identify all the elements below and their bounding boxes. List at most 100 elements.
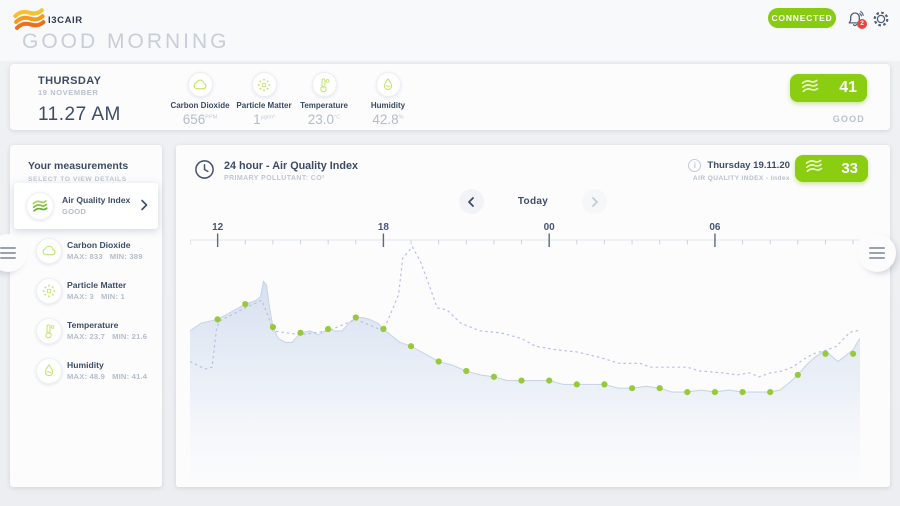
weekday-label: THURSDAY: [38, 75, 121, 87]
aqi-data-point[interactable]: [297, 330, 303, 336]
right-drawer-handle-hamburger-icon[interactable]: [858, 234, 896, 272]
aqi-data-point[interactable]: [795, 372, 801, 378]
metric-humidity: Humidity42.8%: [348, 72, 428, 127]
aqi-data-point[interactable]: [270, 324, 276, 330]
particles-icon: [252, 72, 277, 97]
aqi-data-point[interactable]: [546, 378, 552, 384]
sidebar-item-carbon-dioxide[interactable]: Carbon Dioxide MAX: 833 MIN: 389: [10, 231, 162, 271]
cloud-icon: [188, 72, 213, 97]
item-label: Humidity: [67, 360, 104, 370]
aqi-data-point[interactable]: [657, 385, 663, 391]
chart-date-cluster: i Thursday 19.11.20 AIR QUALITY INDEX - …: [688, 159, 790, 182]
x-axis: 12 18 00 06: [190, 222, 860, 247]
cloud-icon: [36, 238, 62, 264]
aqi-waves-icon: [803, 157, 825, 180]
item-min: MIN: 389: [110, 252, 143, 261]
aqi-data-point[interactable]: [629, 385, 635, 391]
aqi-24h-chart[interactable]: 12 18 00 06: [190, 220, 860, 483]
settings-gear-icon[interactable]: [871, 9, 891, 29]
item-max: MAX: 833: [67, 252, 103, 261]
chart-date-sublabel: AIR QUALITY INDEX - Index: [688, 175, 790, 182]
connected-status-button[interactable]: CONNECTED: [768, 8, 836, 28]
aqi-data-point[interactable]: [325, 326, 331, 332]
sidebar-item-humidity[interactable]: Humidity MAX: 48.9 MIN: 41.4: [10, 351, 162, 391]
aqi-current-badge: 33: [795, 155, 868, 182]
aqi-data-point[interactable]: [491, 374, 497, 380]
aqi-data-point[interactable]: [740, 389, 746, 395]
info-icon[interactable]: i: [688, 159, 701, 172]
aqi-current-value: 33: [841, 160, 858, 177]
chart-title: 24 hour - Air Quality Index: [224, 160, 358, 172]
svg-text:06: 06: [709, 222, 721, 233]
measurements-sidebar: Your measurements SELECT TO VIEW DETAILS…: [10, 145, 162, 487]
sidebar-item-air-quality-index[interactable]: Air Quality Index GOOD: [14, 183, 158, 229]
aqi-data-point[interactable]: [215, 316, 221, 322]
svg-text:18: 18: [378, 222, 390, 233]
next-day-button[interactable]: [582, 189, 607, 214]
sidebar-title: Your measurements: [28, 160, 128, 172]
aqi-waves-icon: [799, 77, 821, 100]
brand-name: I3CAIR: [48, 15, 83, 26]
aqi-data-point[interactable]: [712, 389, 718, 395]
aqi-data-point[interactable]: [380, 326, 386, 332]
metric-unit: PPM: [205, 115, 217, 121]
item-min: MIN: 1: [101, 292, 125, 301]
aqi-chart-panel: 24 hour - Air Quality Index PRIMARY POLL…: [176, 145, 890, 487]
item-label: Carbon Dioxide: [67, 240, 131, 250]
aqi-daily-status: GOOD: [790, 114, 867, 124]
aqi-data-point[interactable]: [463, 368, 469, 374]
svg-text:12: 12: [212, 222, 224, 233]
item-label: Air Quality Index: [62, 195, 130, 205]
svg-text:00: 00: [544, 222, 556, 233]
item-status: GOOD: [62, 207, 86, 216]
aqi-data-point[interactable]: [353, 314, 359, 320]
metric-unit: °C: [334, 115, 340, 121]
date-time-block: THURSDAY 19 NOVEMBER 11.27 AM: [38, 75, 121, 126]
daily-summary-bar: THURSDAY 19 NOVEMBER 11.27 AM Carbon Dio…: [10, 64, 890, 130]
date-nav-label: Today: [518, 196, 548, 207]
droplet-icon: [36, 358, 62, 384]
thermometer-icon: [36, 318, 62, 344]
dashboard-root: { "header": { "brand": "I3CAIR", "greeti…: [0, 0, 900, 506]
sidebar-subtitle: SELECT TO VIEW DETAILS: [28, 176, 127, 183]
aqi-data-point[interactable]: [408, 343, 414, 349]
aqi-data-point[interactable]: [601, 381, 607, 387]
notifications-bell-icon[interactable]: 2: [846, 9, 868, 31]
date-navigation: Today: [176, 189, 890, 214]
metric-unit: µg/m³: [261, 115, 275, 121]
item-detail: MAX: 3MIN: 1: [67, 292, 132, 301]
aqi-data-point[interactable]: [684, 389, 690, 395]
sidebar-item-temperature[interactable]: TemperatureMAX: 23.7MIN: 21.6: [10, 311, 162, 351]
item-detail: GOOD: [62, 207, 93, 216]
item-max: MAX: 23.7: [67, 332, 105, 341]
aqi-data-point[interactable]: [436, 358, 442, 364]
aqi-data-point[interactable]: [574, 381, 580, 387]
metric-value: 42.8%: [348, 112, 428, 127]
aqi-data-point[interactable]: [850, 351, 856, 357]
particles-icon: [36, 278, 62, 304]
item-detail: MAX: 23.7 MIN: 21.6: [67, 332, 154, 341]
metric-unit: %: [399, 115, 404, 121]
sidebar-item-particle-matter[interactable]: Particle Matter MAX: 3MIN: 1: [10, 271, 162, 311]
chart-series: [190, 247, 860, 480]
item-detail: MAX: 833 MIN: 389: [67, 252, 150, 261]
chart-subtitle: PRIMARY POLLUTANT: CO²: [224, 175, 325, 182]
aqi-data-point[interactable]: [822, 351, 828, 357]
clock-icon: [193, 158, 216, 181]
notification-count-badge: 2: [857, 19, 867, 29]
item-min: MIN: 21.6: [112, 332, 147, 341]
aqi-data-point[interactable]: [518, 378, 524, 384]
item-max: MAX: 48.9: [67, 372, 105, 381]
waves-icon: [26, 192, 54, 220]
aqi-daily-value: 41: [839, 79, 857, 97]
aqi-data-point[interactable]: [242, 301, 248, 307]
item-min: MIN: 41.4: [112, 372, 147, 381]
chevron-right-icon: [139, 198, 149, 217]
aqi-data-point[interactable]: [767, 389, 773, 395]
time-label: 11.27 AM: [38, 104, 121, 126]
previous-day-button[interactable]: [459, 189, 484, 214]
item-label: Particle Matter: [67, 280, 126, 290]
greeting-text: GOOD MORNING: [22, 30, 230, 54]
aqi-daily-badge: 41: [790, 74, 867, 102]
chart-date-label: Thursday 19.11.20: [707, 160, 790, 171]
